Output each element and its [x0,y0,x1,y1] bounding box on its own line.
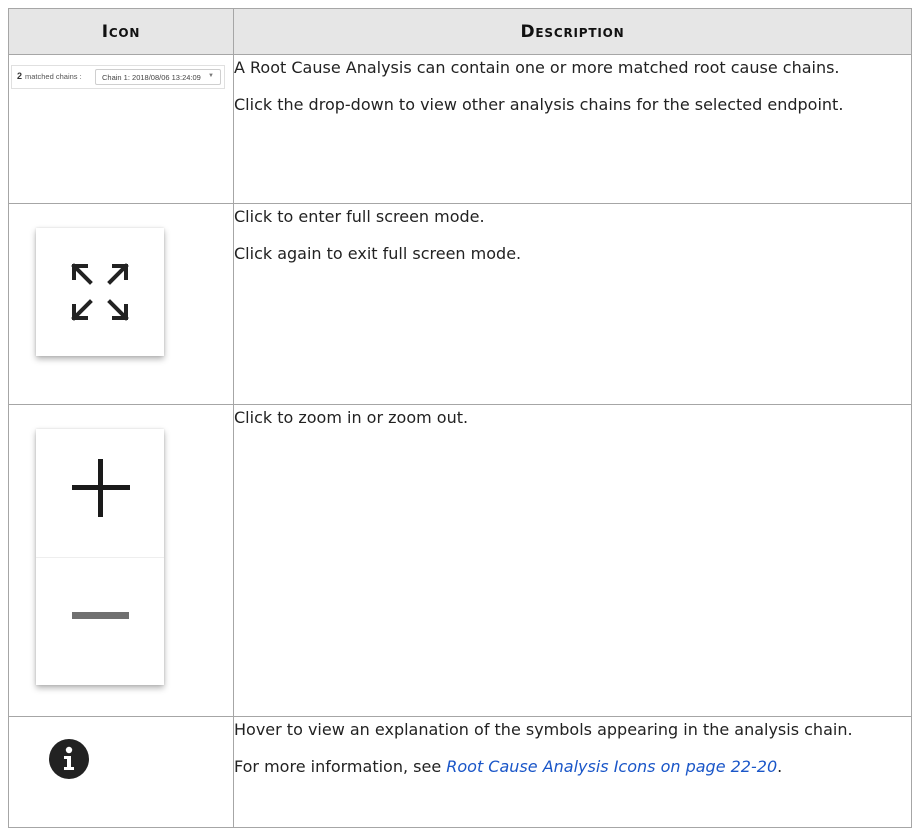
zoom-out-icon[interactable] [72,612,129,619]
description-text: Click the drop-down to view other analys… [234,95,844,114]
more-info-text: For more information, see Root Cause Ana… [234,754,911,779]
header-icon: Icon [8,8,234,55]
matched-chains-count: 2 [17,71,23,81]
table-row: Click to enter full screen mode. Click a… [8,203,912,405]
icon-cell [8,203,234,405]
fullscreen-icon [71,263,129,321]
info-icon[interactable] [49,739,89,779]
description-cell: Click to enter full screen mode. Click a… [233,203,912,405]
zoom-divider [36,557,164,558]
description-cell: Click to zoom in or zoom out. [233,404,912,717]
description-text: Click to enter full screen mode. [234,207,485,226]
chevron-down-icon: ▼ [208,73,214,79]
table-row: Click to zoom in or zoom out. [8,404,912,717]
description-text: Hover to view an explanation of the symb… [234,720,853,739]
table-row: 2 matched chains : Chain 1: 2018/08/06 1… [8,54,912,204]
description-text: A Root Cause Analysis can contain one or… [234,58,840,77]
description-text: Click to zoom in or zoom out. [234,408,469,427]
icon-cell [8,404,234,717]
header-description: Description [233,8,912,55]
chain-dropdown[interactable]: Chain 1: 2018/08/06 13:24:09 ▼ [95,69,221,85]
root-cause-icons-link[interactable]: Root Cause Analysis Icons on page 22-20 [446,757,777,776]
description-text: Click again to exit full screen mode. [234,244,522,263]
more-info-prefix: For more information, see [234,757,447,776]
icon-description-table: Icon Description 2 matched chains : Chai… [8,8,912,828]
chain-dropdown-value: Chain 1: 2018/08/06 13:24:09 [102,73,201,82]
fullscreen-button[interactable] [36,228,164,356]
table-row: Hover to view an explanation of the symb… [8,716,912,828]
more-info-suffix: . [777,757,783,776]
matched-chains-bar: 2 matched chains : Chain 1: 2018/08/06 1… [11,65,225,89]
icon-cell: 2 matched chains : Chain 1: 2018/08/06 1… [8,54,234,204]
icon-cell [8,716,234,828]
description-cell: A Root Cause Analysis can contain one or… [233,54,912,204]
matched-chains-label: matched chains : [25,72,82,81]
description-cell: Hover to view an explanation of the symb… [233,716,912,828]
table-header-row: Icon Description [8,8,912,55]
zoom-in-icon[interactable] [72,459,130,517]
zoom-controls [36,429,164,685]
